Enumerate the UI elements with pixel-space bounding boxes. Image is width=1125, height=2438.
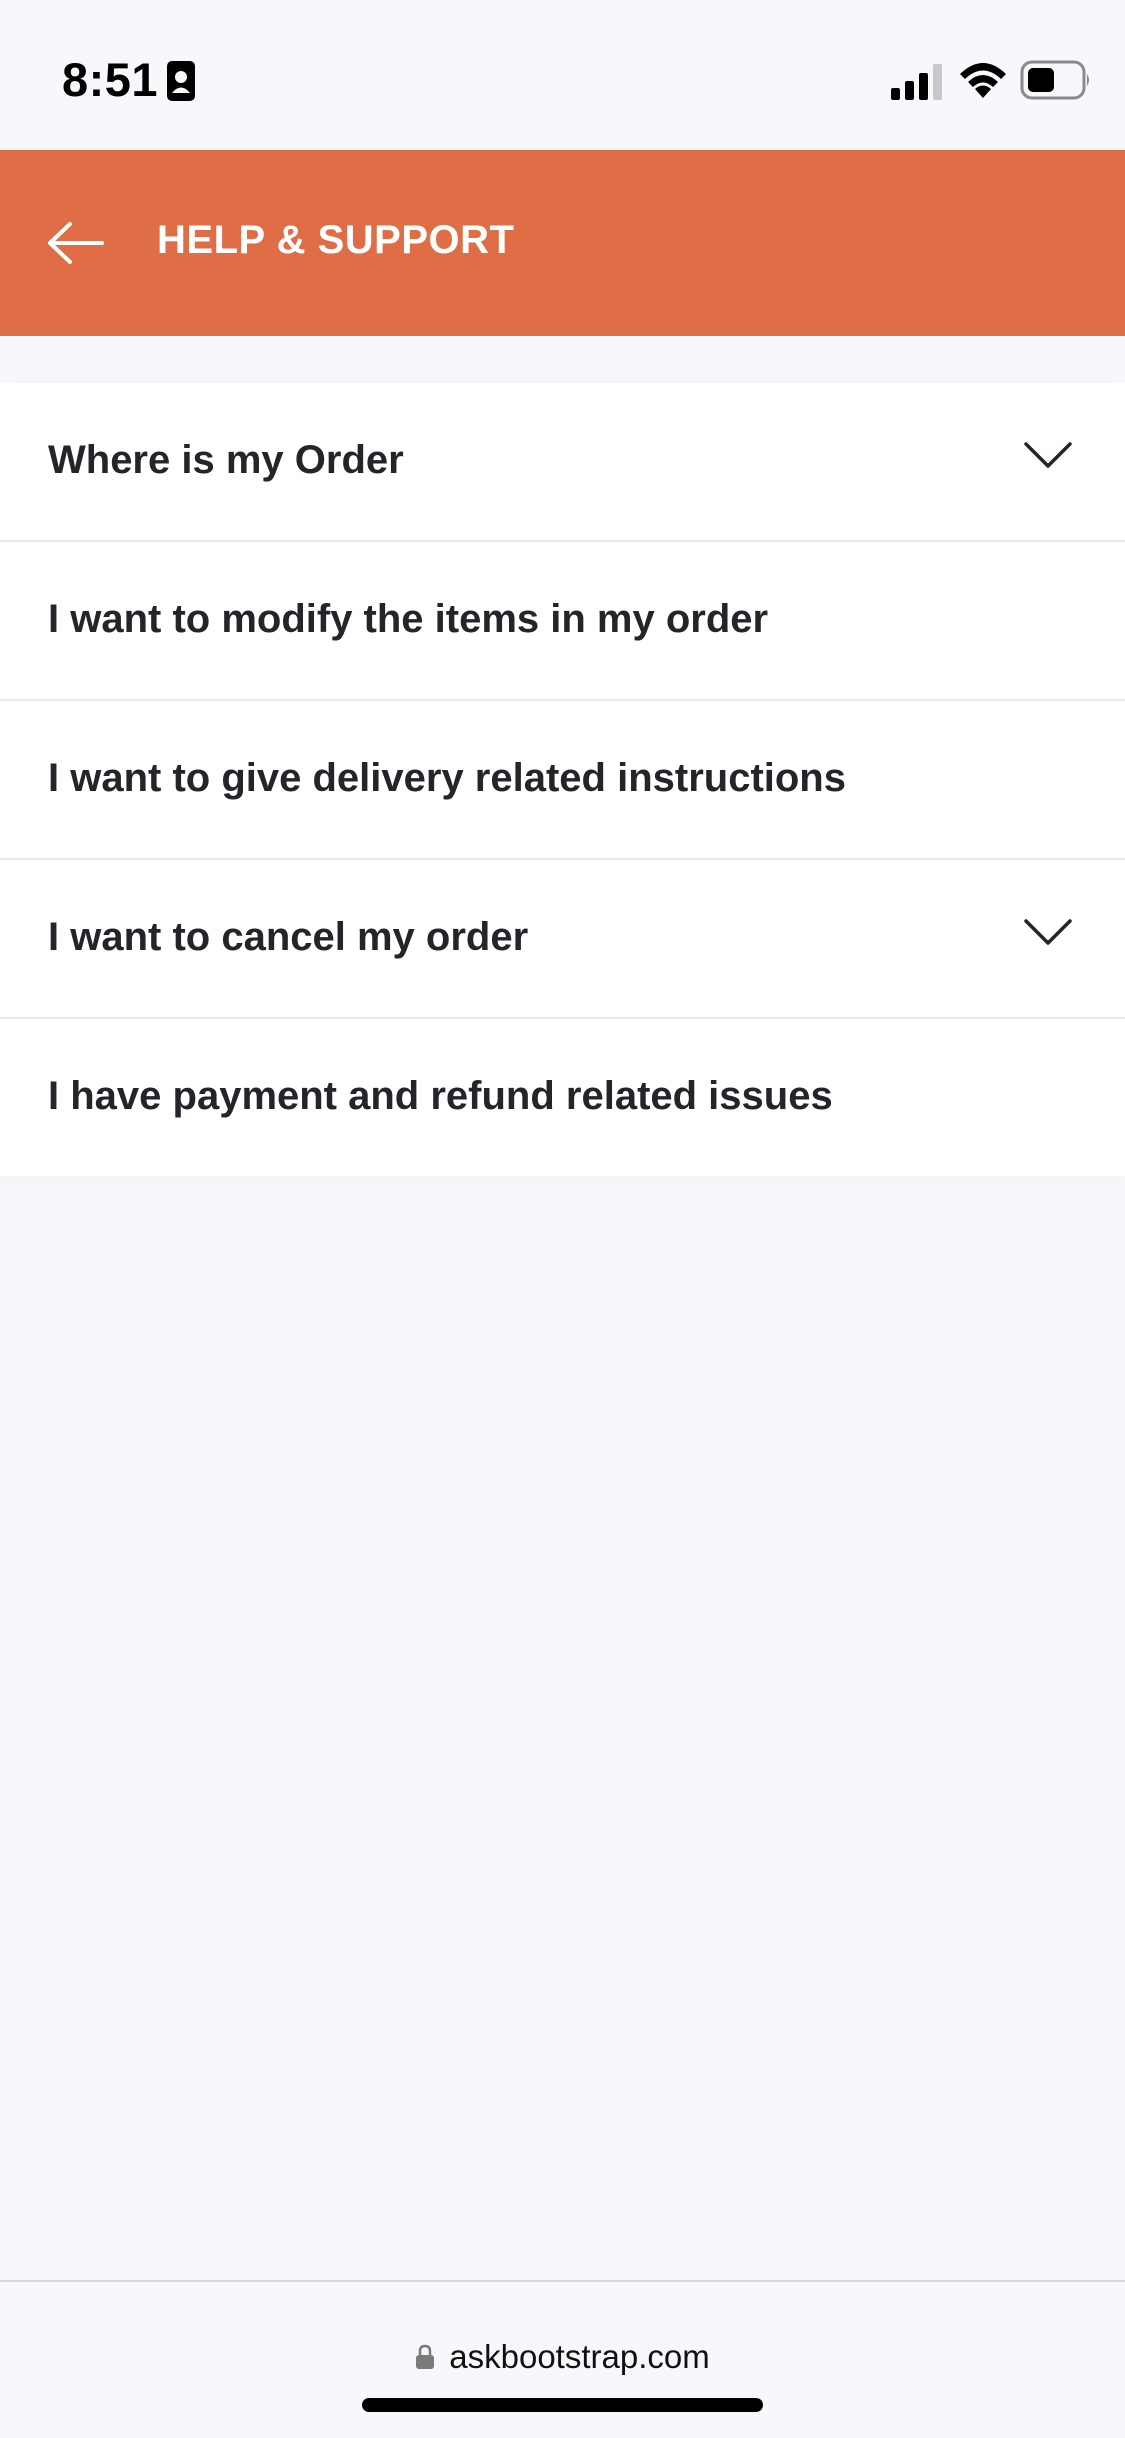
faq-item-delivery-instructions[interactable]: I want to give delivery related instruct… bbox=[0, 701, 1125, 860]
cellular-signal-icon bbox=[891, 64, 942, 100]
help-topics-list: Where is my Order I want to modify the i… bbox=[0, 383, 1125, 1176]
faq-item-label: I want to give delivery related instruct… bbox=[48, 756, 846, 800]
chevron-down-icon bbox=[1024, 442, 1072, 468]
wifi-icon bbox=[960, 63, 1006, 98]
contact-card-icon bbox=[167, 61, 195, 101]
faq-item-label: I want to cancel my order bbox=[48, 915, 529, 959]
faq-item-payment-refund[interactable]: I have payment and refund related issues bbox=[0, 1019, 1125, 1176]
back-arrow-icon[interactable] bbox=[44, 216, 108, 270]
faq-item-where-is-my-order[interactable]: Where is my Order bbox=[0, 383, 1125, 542]
lock-icon bbox=[416, 2344, 435, 2369]
faq-item-cancel-order[interactable]: I want to cancel my order bbox=[0, 860, 1125, 1019]
status-time: 8:51 bbox=[62, 53, 159, 106]
page-title: HELP & SUPPORT bbox=[157, 218, 515, 262]
battery-icon bbox=[1020, 60, 1089, 100]
url-display[interactable]: askbootstrap.com bbox=[0, 2338, 1125, 2376]
faq-item-label: Where is my Order bbox=[48, 438, 404, 482]
app-header: HELP & SUPPORT bbox=[0, 150, 1125, 336]
faq-item-label: I want to modify the items in my order bbox=[48, 597, 769, 641]
home-indicator[interactable] bbox=[362, 2398, 763, 2412]
faq-item-modify-items[interactable]: I want to modify the items in my order bbox=[0, 542, 1125, 701]
status-bar: 8:51 bbox=[0, 0, 1125, 150]
faq-item-label: I have payment and refund related issues bbox=[48, 1074, 833, 1118]
chevron-down-icon bbox=[1024, 919, 1072, 945]
browser-address-bar[interactable]: askbootstrap.com bbox=[0, 2280, 1125, 2438]
url-text: askbootstrap.com bbox=[449, 2338, 710, 2375]
